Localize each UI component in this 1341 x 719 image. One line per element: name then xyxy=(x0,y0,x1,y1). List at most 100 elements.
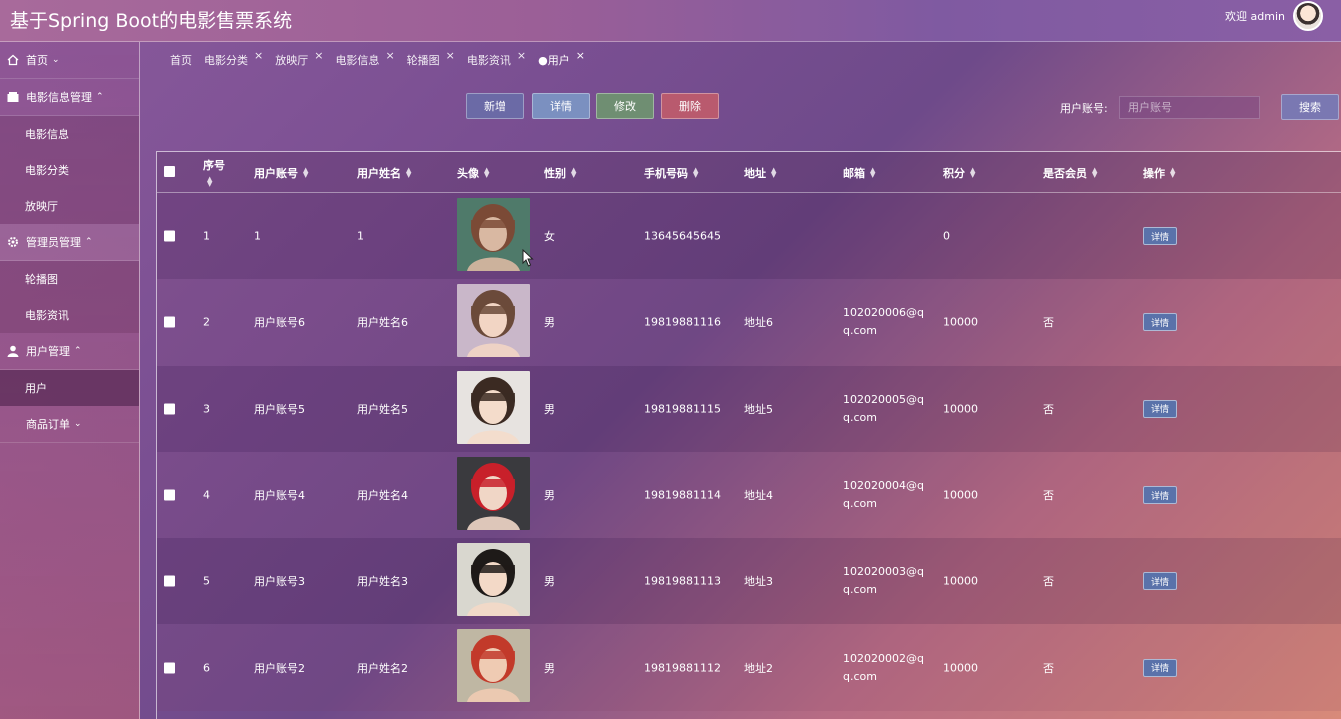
sort-icon[interactable]: ▲ ▼ xyxy=(970,167,975,179)
cell-phone: 19819881112 xyxy=(644,661,721,675)
close-icon[interactable]: × xyxy=(254,49,263,62)
column-header[interactable]: 是否会员 ▲ ▼ xyxy=(1043,165,1097,181)
row-checkbox[interactable] xyxy=(164,662,175,674)
tab-label: 电影信息 xyxy=(335,54,380,67)
column-header[interactable]: 邮箱 ▲ ▼ xyxy=(843,165,875,181)
cell-email: 102020006@qq.com xyxy=(843,306,924,338)
column-header-label: 序号 xyxy=(203,159,225,172)
select-all-checkbox[interactable] xyxy=(164,166,175,177)
table-row[interactable]: 5 用户账号3 用户姓名3 男 19819881113 地址3 102020003@qq.c… xyxy=(157,538,1341,625)
row-checkbox[interactable] xyxy=(164,489,175,501)
sort-icon[interactable]: ▲ ▼ xyxy=(406,167,411,179)
cell-email: 102020003@qq.com xyxy=(843,565,924,597)
table-row[interactable]: 3 用户账号5 用户姓名5 男 19819881115 地址5 102020005@qq.c… xyxy=(157,365,1341,452)
row-checkbox[interactable] xyxy=(164,316,175,328)
sort-icon[interactable]: ▲ ▼ xyxy=(771,167,776,179)
cell-account: 1 xyxy=(254,229,261,243)
sort-icon[interactable]: ▲ ▼ xyxy=(207,176,212,188)
cell-member: 否 xyxy=(1043,402,1054,416)
row-detail-button[interactable]: 详情 xyxy=(1143,227,1177,246)
avatar[interactable] xyxy=(1293,1,1323,31)
close-icon[interactable]: × xyxy=(446,49,455,62)
sort-icon[interactable]: ▲ ▼ xyxy=(870,167,875,179)
delete-button[interactable]: 删除 xyxy=(661,93,719,119)
sidebar-item[interactable]: 电影分类 xyxy=(0,152,139,188)
close-icon[interactable]: × xyxy=(385,49,394,62)
detail-button[interactable]: 详情 xyxy=(532,93,590,119)
sort-icon[interactable]: ▲ ▼ xyxy=(1092,167,1097,179)
column-header[interactable]: 用户姓名 ▲ ▼ xyxy=(357,165,411,181)
sort-icon[interactable]: ▲ ▼ xyxy=(484,167,489,179)
sidebar-group-label: 管理员管理 xyxy=(26,236,81,249)
sidebar-item[interactable]: 用户 xyxy=(0,370,139,406)
sidebar-item[interactable]: 轮播图 xyxy=(0,261,139,297)
cell-gender: 男 xyxy=(544,489,555,503)
column-header[interactable]: 序号 ▲ ▼ xyxy=(203,157,225,188)
tab[interactable]: ●用户 × xyxy=(538,49,585,72)
app-title: 基于Spring Boot的电影售票系统 xyxy=(10,10,293,32)
column-header[interactable]: 地址 ▲ ▼ xyxy=(744,165,776,181)
close-icon[interactable]: × xyxy=(314,49,323,62)
tab[interactable]: 电影分类 × xyxy=(204,49,263,72)
welcome-text: 欢迎 admin xyxy=(1225,10,1285,23)
column-header[interactable]: 手机号码 ▲ ▼ xyxy=(644,165,698,181)
table-row[interactable]: 2 用户账号6 用户姓名6 男 19819881116 地址6 102020006@qq.c… xyxy=(157,279,1341,366)
row-detail-button[interactable]: 详情 xyxy=(1143,572,1177,591)
column-header[interactable]: 积分 ▲ ▼ xyxy=(943,165,975,181)
row-detail-button[interactable]: 详情 xyxy=(1143,399,1177,418)
row-detail-button[interactable]: 详情 xyxy=(1143,313,1177,332)
close-icon[interactable]: × xyxy=(576,49,585,62)
column-header[interactable]: 性别 ▲ ▼ xyxy=(544,165,576,181)
chevron-icon: ⌄ xyxy=(74,419,82,429)
tab[interactable]: 首页 xyxy=(170,52,192,72)
row-detail-button[interactable]: 详情 xyxy=(1143,486,1177,505)
sidebar-group[interactable]: 管理员管理 ⌃ xyxy=(0,224,139,261)
tab[interactable]: 电影信息 × xyxy=(335,49,394,72)
table-body: 1 1 1 女 13645645645 0 详情 2 用户账号6 用户姓名6 男 1981988111… xyxy=(157,193,1341,711)
table-row[interactable]: 4 用户账号4 用户姓名4 男 19819881114 地址4 102020004@qq.c… xyxy=(157,451,1341,539)
cell-member: 否 xyxy=(1043,575,1054,589)
row-detail-button[interactable]: 详情 xyxy=(1143,658,1177,677)
cell-no: 4 xyxy=(203,488,210,502)
cell-points: 0 xyxy=(943,229,950,243)
sidebar-group[interactable]: 电影信息管理 ⌃ xyxy=(0,79,139,116)
column-header-label: 性别 xyxy=(544,167,566,180)
table-row[interactable]: 6 用户账号2 用户姓名2 男 19819881112 地址2 102020002@qq.c… xyxy=(157,624,1341,711)
column-header[interactable]: 操作 ▲ ▼ xyxy=(1143,165,1175,181)
sort-icon[interactable]: ▲ ▼ xyxy=(1170,167,1175,179)
add-button[interactable]: 新增 xyxy=(466,93,524,119)
search-button[interactable]: 搜索 xyxy=(1281,94,1339,120)
edit-button[interactable]: 修改 xyxy=(596,93,654,119)
column-header-label: 是否会员 xyxy=(1043,167,1087,180)
sidebar-group[interactable]: 首页 ⌄ xyxy=(0,42,139,79)
table-row[interactable]: 1 1 1 女 13645645645 0 详情 xyxy=(157,193,1341,280)
tab[interactable]: 放映厅 × xyxy=(275,49,323,72)
sidebar-group[interactable]: 商品订单 ⌄ xyxy=(0,406,139,443)
sidebar-item[interactable]: 放映厅 xyxy=(0,188,139,224)
tab-label: 首页 xyxy=(170,54,192,67)
sort-icon[interactable]: ▲ ▼ xyxy=(303,167,308,179)
tab[interactable]: 轮播图 × xyxy=(407,49,455,72)
row-checkbox[interactable] xyxy=(164,403,175,415)
sidebar-item[interactable]: 电影信息 xyxy=(0,116,139,152)
column-header[interactable]: 头像 ▲ ▼ xyxy=(457,165,489,181)
cell-member: 否 xyxy=(1043,489,1054,503)
column-header[interactable]: 用户账号 ▲ ▼ xyxy=(254,165,308,181)
sidebar-group-label: 用户管理 xyxy=(26,345,70,358)
sort-icon[interactable]: ▲ ▼ xyxy=(693,167,698,179)
user-table: 序号 ▲ ▼ 用户账号 ▲ ▼ 用户姓名 ▲ ▼ 头像 ▲ ▼ 性别 ▲ ▼ 手机号码 ▲ ▼ 地址 ▲ ▼ 邮箱 ▲ ▼ 积分… xyxy=(156,151,1341,719)
sidebar-group[interactable]: 用户管理 ⌃ xyxy=(0,333,139,370)
search-input[interactable] xyxy=(1119,96,1260,119)
cell-name: 用户姓名5 xyxy=(357,402,408,416)
column-header-label: 用户账号 xyxy=(254,167,298,180)
cell-gender: 女 xyxy=(544,230,555,244)
cell-address: 地址6 xyxy=(744,316,773,330)
cell-email: 102020005@qq.com xyxy=(843,392,924,424)
row-checkbox[interactable] xyxy=(164,230,175,242)
sidebar-item[interactable]: 电影资讯 xyxy=(0,297,139,333)
close-icon[interactable]: × xyxy=(517,49,526,62)
tab[interactable]: 电影资讯 × xyxy=(467,49,526,72)
sort-icon[interactable]: ▲ ▼ xyxy=(571,167,576,179)
cell-no: 6 xyxy=(203,661,210,675)
row-checkbox[interactable] xyxy=(164,575,175,587)
